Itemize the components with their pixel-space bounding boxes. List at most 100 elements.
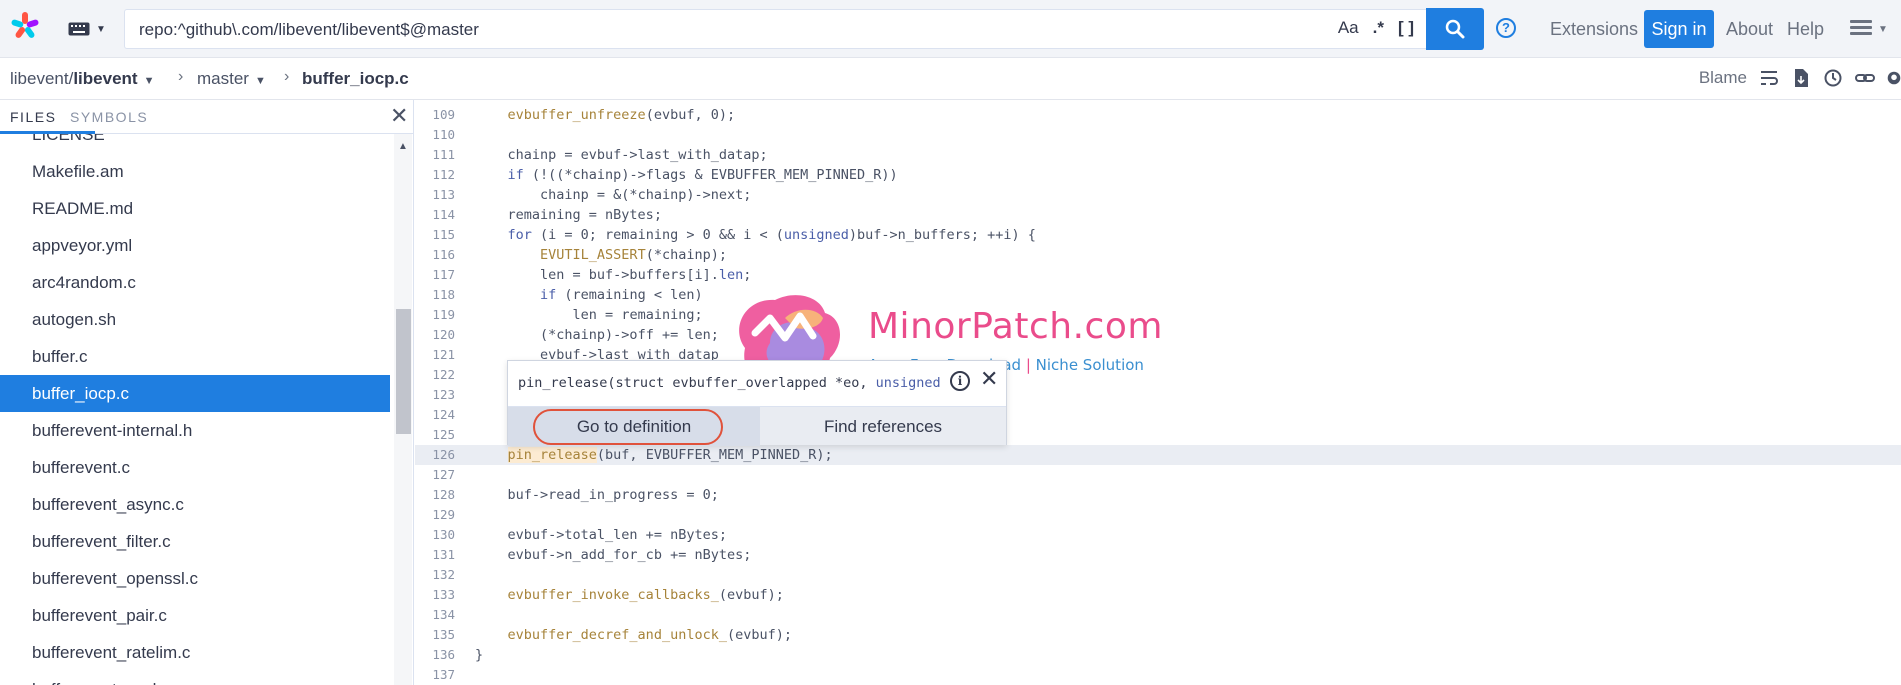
code-line[interactable]: 132 (415, 565, 1901, 585)
wrap-lines-icon[interactable] (1759, 68, 1779, 88)
line-number[interactable]: 137 (415, 665, 455, 685)
file-tree-item[interactable]: LICENSE (0, 134, 390, 153)
scroll-up-icon[interactable]: ▲ (398, 141, 408, 152)
file-tree-item[interactable]: bufferevent_pair.c (0, 597, 390, 634)
line-number[interactable]: 109 (415, 105, 455, 125)
help-icon[interactable]: ? (1496, 18, 1516, 38)
file-tree-item[interactable]: buffer_iocp.c (0, 375, 390, 412)
code-line[interactable]: 137 (415, 665, 1901, 685)
code-line[interactable]: 133 evbuffer_invoke_callbacks_(evbuf); (415, 585, 1901, 605)
code-line[interactable]: 126 pin_release(buf, EVBUFFER_MEM_PINNED… (415, 445, 1901, 465)
file-tree-item[interactable]: bufferevent_sock.c (0, 671, 390, 685)
search-input[interactable]: repo:^github\.com/libevent/libevent$@mas… (124, 9, 1426, 49)
find-references-button[interactable]: Find references (760, 407, 1006, 446)
file-tree-item[interactable]: bufferevent_async.c (0, 486, 390, 523)
code-line[interactable]: 131 evbuf->n_add_for_cb += nBytes; (415, 545, 1901, 565)
breadcrumb-file[interactable]: buffer_iocp.c (302, 69, 409, 89)
line-number[interactable]: 114 (415, 205, 455, 225)
code-line[interactable]: 128 buf->read_in_progress = 0; (415, 485, 1901, 505)
line-number[interactable]: 118 (415, 285, 455, 305)
line-number[interactable]: 135 (415, 625, 455, 645)
line-number[interactable]: 134 (415, 605, 455, 625)
code-line[interactable]: 115 for (i = 0; remaining > 0 && i < (un… (415, 225, 1901, 245)
code-line[interactable]: 113 chainp = &(*chainp)->next; (415, 185, 1901, 205)
line-number[interactable]: 127 (415, 465, 455, 485)
file-tree-item[interactable]: arc4random.c (0, 264, 390, 301)
search-mode-dropdown[interactable]: ▼ (58, 12, 116, 46)
line-number[interactable]: 113 (415, 185, 455, 205)
line-number[interactable]: 125 (415, 425, 455, 445)
blame-button[interactable]: Blame (1699, 68, 1747, 88)
line-number[interactable]: 111 (415, 145, 455, 165)
close-icon[interactable]: ✕ (980, 367, 998, 391)
code-line[interactable]: 136} (415, 645, 1901, 665)
line-number[interactable]: 117 (415, 265, 455, 285)
line-number[interactable]: 121 (415, 345, 455, 365)
scrollbar-thumb[interactable] (396, 309, 411, 434)
info-icon[interactable]: i (950, 371, 970, 391)
line-number[interactable]: 120 (415, 325, 455, 345)
chevron-down-icon[interactable]: ▼ (1878, 24, 1888, 35)
line-number[interactable]: 131 (415, 545, 455, 565)
code-line[interactable]: 109 evbuffer_unfreeze(evbuf, 0); (415, 105, 1901, 125)
extensions-link[interactable]: Extensions (1550, 19, 1638, 40)
tab-files[interactable]: FILES (10, 109, 56, 125)
line-number[interactable]: 116 (415, 245, 455, 265)
file-tree-item[interactable]: bufferevent_openssl.c (0, 560, 390, 597)
line-number[interactable]: 123 (415, 385, 455, 405)
line-number[interactable]: 133 (415, 585, 455, 605)
line-number[interactable]: 110 (415, 125, 455, 145)
code-line[interactable]: 112 if (!((*chainp)->flags & EVBUFFER_ME… (415, 165, 1901, 185)
raw-file-icon[interactable] (1791, 68, 1811, 88)
code-line[interactable]: 117 len = buf->buffers[i].len; (415, 265, 1901, 285)
tab-symbols[interactable]: SYMBOLS (70, 109, 148, 125)
file-tree-item[interactable]: buffer.c (0, 338, 390, 375)
code-line[interactable]: 114 remaining = nBytes; (415, 205, 1901, 225)
help-link[interactable]: Help (1787, 19, 1824, 40)
search-button[interactable] (1426, 8, 1484, 50)
file-tree-item[interactable]: bufferevent_filter.c (0, 523, 390, 560)
structural-search-toggle[interactable]: [ ] (1398, 18, 1414, 38)
file-tree-item[interactable]: autogen.sh (0, 301, 390, 338)
code-line[interactable]: 111 chainp = evbuf->last_with_datap; (415, 145, 1901, 165)
chevron-down-icon[interactable]: ▼ (144, 75, 155, 87)
line-number[interactable]: 132 (415, 565, 455, 585)
history-icon[interactable] (1823, 68, 1843, 88)
sign-in-button[interactable]: Sign in (1644, 10, 1714, 48)
line-number[interactable]: 130 (415, 525, 455, 545)
line-number[interactable]: 136 (415, 645, 455, 665)
line-number[interactable]: 115 (415, 225, 455, 245)
line-number[interactable]: 119 (415, 305, 455, 325)
chevron-down-icon[interactable]: ▼ (255, 75, 266, 87)
code-line[interactable]: 134 (415, 605, 1901, 625)
file-tree-item[interactable]: bufferevent-internal.h (0, 412, 390, 449)
code-line[interactable]: 129 (415, 505, 1901, 525)
code-line[interactable]: 127 (415, 465, 1901, 485)
line-number[interactable]: 112 (415, 165, 455, 185)
breadcrumb-branch[interactable]: master ▼ (197, 69, 266, 89)
case-sensitivity-toggle[interactable]: Aa (1338, 18, 1359, 38)
link-icon[interactable] (1855, 68, 1875, 88)
go-to-definition-button[interactable]: Go to definition (508, 407, 760, 446)
code-line[interactable]: 135 evbuffer_decref_and_unlock_(evbuf); (415, 625, 1901, 645)
hamburger-menu-icon[interactable] (1850, 20, 1872, 36)
github-icon[interactable] (1887, 68, 1901, 88)
code-line[interactable]: 116 EVUTIL_ASSERT(*chainp); (415, 245, 1901, 265)
line-number[interactable]: 129 (415, 505, 455, 525)
code-line[interactable]: 130 evbuf->total_len += nBytes; (415, 525, 1901, 545)
file-tree-item[interactable]: bufferevent_ratelim.c (0, 634, 390, 671)
line-number[interactable]: 122 (415, 365, 455, 385)
file-tree-item[interactable]: appveyor.yml (0, 227, 390, 264)
line-number[interactable]: 128 (415, 485, 455, 505)
breadcrumb-repo[interactable]: libevent/libevent ▼ (10, 69, 154, 89)
line-number[interactable]: 126 (415, 445, 455, 465)
regex-toggle[interactable]: .* (1373, 18, 1384, 38)
sourcegraph-logo-icon[interactable] (10, 11, 40, 41)
line-number[interactable]: 124 (415, 405, 455, 425)
code-line[interactable]: 110 (415, 125, 1901, 145)
file-tree-item[interactable]: bufferevent.c (0, 449, 390, 486)
file-tree-item[interactable]: Makefile.am (0, 153, 390, 190)
about-link[interactable]: About (1726, 19, 1773, 40)
sidebar-scrollbar[interactable]: ▲ (394, 134, 412, 685)
file-tree-item[interactable]: README.md (0, 190, 390, 227)
